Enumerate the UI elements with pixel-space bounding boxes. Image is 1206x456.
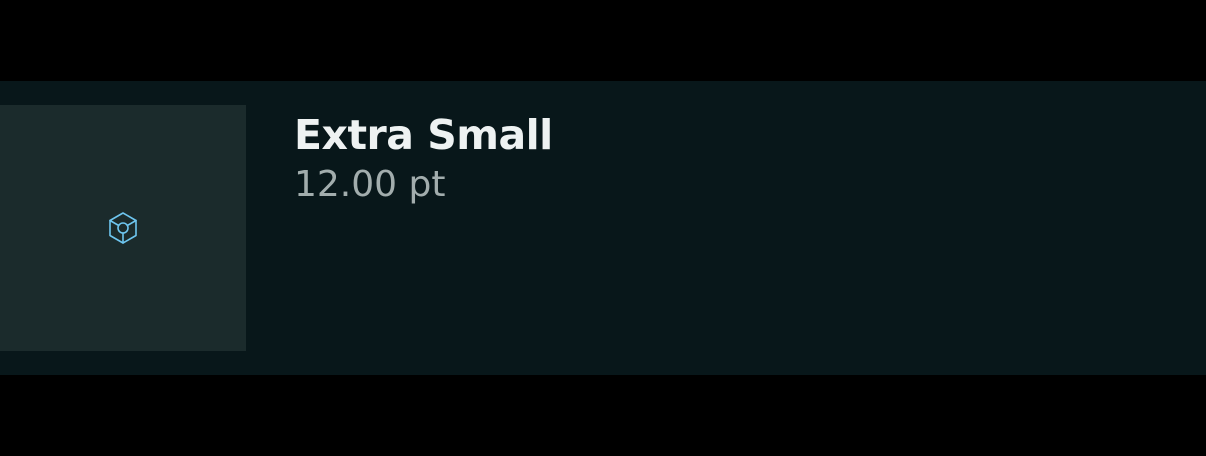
screen: Extra Small 12.00 pt: [0, 0, 1206, 456]
item-size-label: 12.00 pt: [294, 164, 446, 205]
item-info: Extra Small 12.00 pt: [294, 109, 553, 207]
cube-icon: [109, 212, 137, 244]
item-title: Extra Small: [294, 111, 553, 159]
font-size-list-item[interactable]: Extra Small 12.00 pt: [0, 81, 1206, 375]
item-thumbnail: [0, 105, 246, 351]
